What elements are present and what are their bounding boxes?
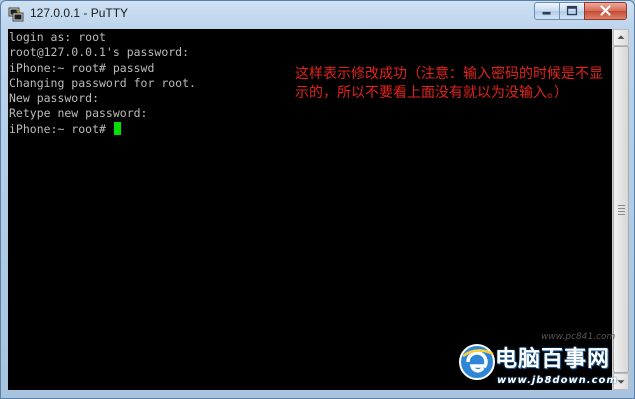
grip-line	[618, 205, 625, 206]
terminal-line: login as: root	[9, 30, 106, 44]
maximize-icon	[566, 5, 578, 16]
terminal-prompt-line: iPhone:~ root#	[9, 121, 196, 137]
terminal-cursor	[113, 121, 121, 135]
watermark-text: 电脑百事网	[495, 347, 611, 372]
grip-line	[618, 211, 625, 212]
close-button[interactable]	[584, 2, 627, 20]
minimize-icon	[542, 11, 551, 15]
maximize-button[interactable]	[559, 2, 585, 20]
grip-line	[618, 208, 625, 209]
annotation-line: 示的，所以不要看上面没有就以为没输入。）	[295, 85, 568, 101]
site-watermark: www.pc841.com 电脑百事网 www.jb8down.com	[453, 332, 633, 398]
putty-icon[interactable]	[8, 6, 24, 22]
terminal-line: New password:	[9, 91, 100, 106]
terminal-prompt: iPhone:~ root#	[9, 121, 113, 136]
terminal-line: root@127.0.0.1's password:	[9, 45, 190, 60]
terminal-line: iPhone:~ root# passwd	[9, 60, 155, 75]
window-title: 127.0.0.1 - PuTTY	[30, 6, 129, 20]
globe-e-logo-icon	[459, 344, 495, 380]
annotation-line: 这样表示修改成功（注意：输入密码的时候是不显	[295, 66, 603, 82]
arrow-up-icon	[617, 35, 625, 39]
title-bar[interactable]: 127.0.0.1 - PuTTY	[1, 1, 634, 28]
scroll-up-button[interactable]	[613, 29, 629, 46]
terminal-line: Retype new password:	[9, 106, 148, 121]
close-icon	[600, 5, 611, 16]
annotation-note: 这样表示修改成功（注意：输入密码的时候是不显 示的，所以不要看上面没有就以为没输…	[295, 65, 613, 103]
scrollbar-thumb[interactable]	[613, 46, 629, 373]
grip-line	[618, 214, 625, 215]
terminal-output: login as: root root@127.0.0.1's password:…	[9, 30, 196, 137]
watermark-url-bottom: www.jb8down.com	[497, 375, 618, 386]
terminal-line: Changing password for root.	[9, 75, 196, 90]
minimize-button[interactable]	[534, 2, 560, 20]
